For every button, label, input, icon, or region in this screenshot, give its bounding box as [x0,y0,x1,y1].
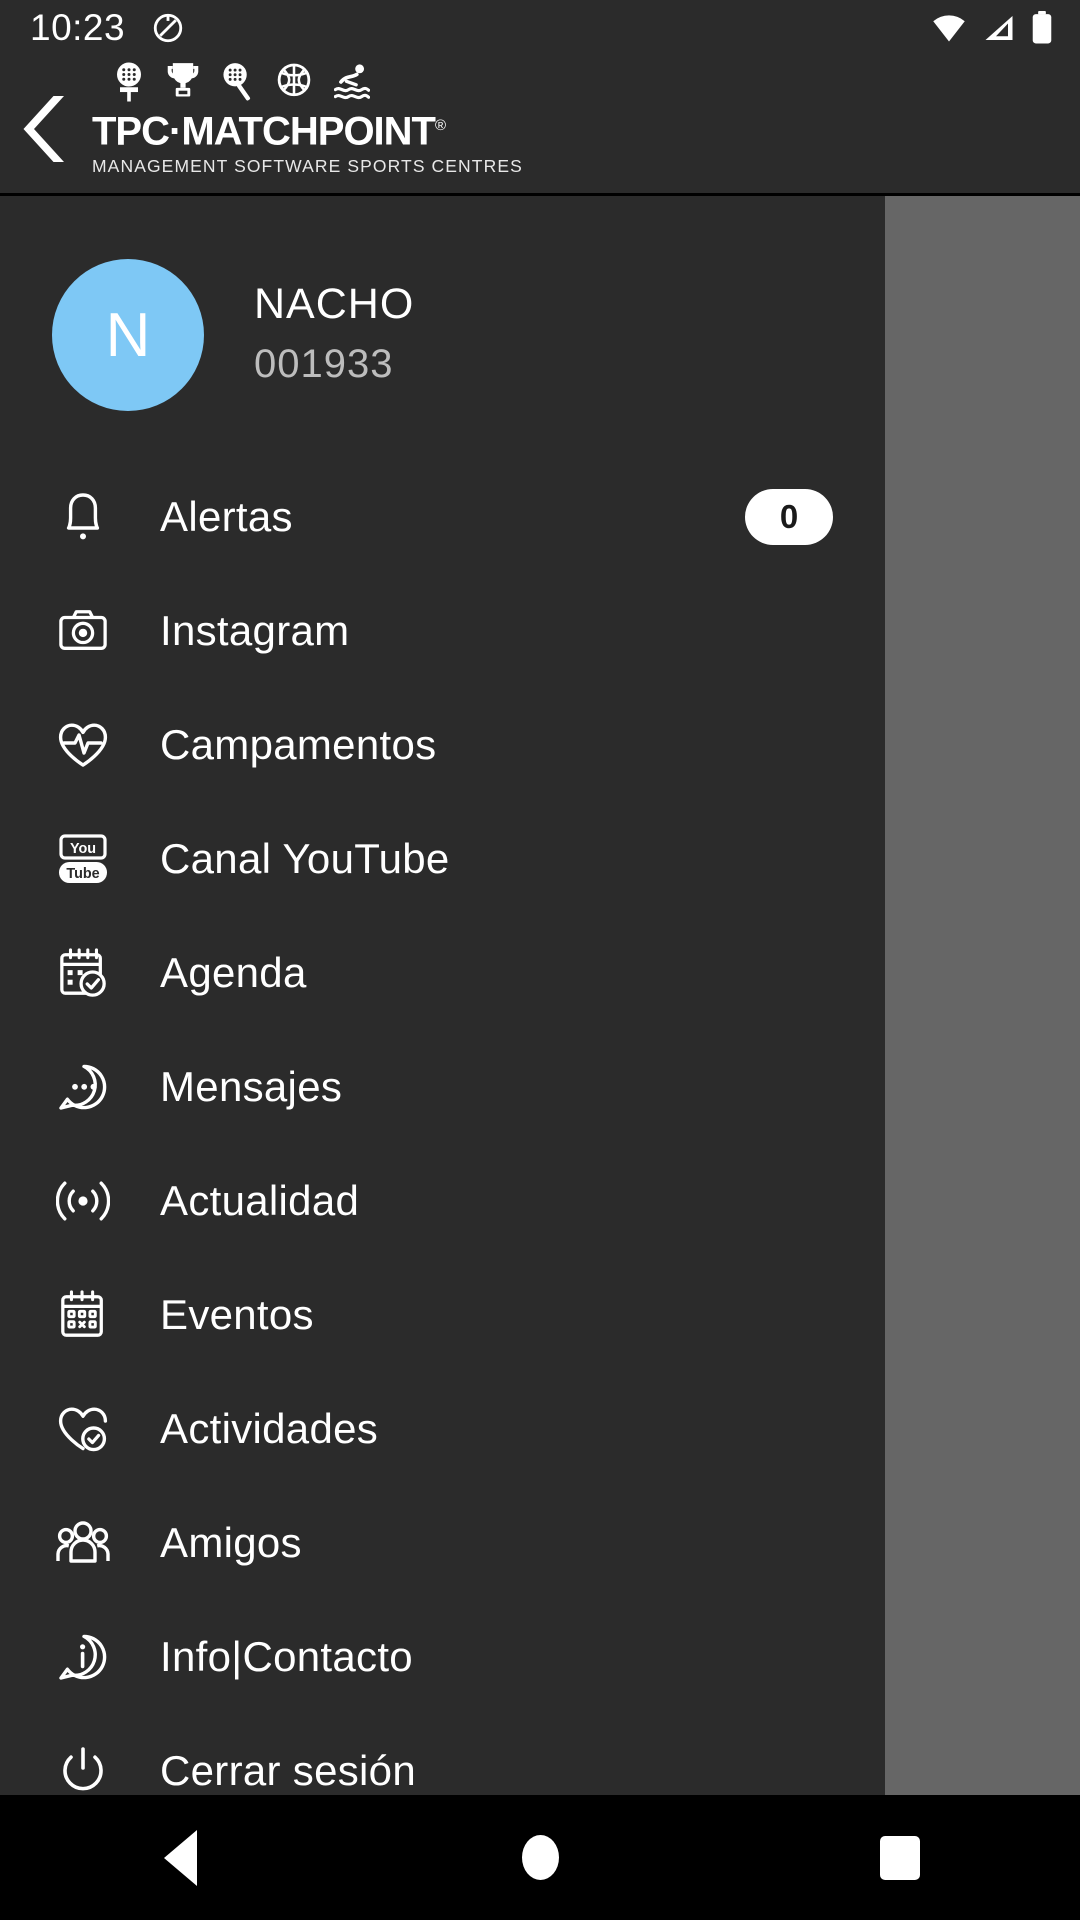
status-bar-notification-icons [151,11,185,45]
menu-item-instagram[interactable]: Instagram [0,574,885,688]
menu-item-info-contacto[interactable]: Info|Contacto [0,1600,885,1714]
menu-item-amigos[interactable]: Amigos [0,1486,885,1600]
profile-info: NACHO 001933 [254,275,414,395]
menu-item-label: Campamentos [160,721,437,768]
wifi-icon [933,14,965,41]
menu-item-cerrar-sesion[interactable]: Cerrar sesión [0,1714,885,1795]
back-triangle-icon [163,1829,197,1886]
recents-square-icon [880,1835,920,1880]
system-navigation-bar [0,1795,1080,1920]
status-bar-system-icons [930,10,1054,45]
chevron-left-icon [23,96,64,162]
cellular-signal-icon [985,15,1013,40]
broadcast-icon [52,1178,114,1224]
people-group-icon [52,1519,114,1567]
camera-icon [52,606,114,656]
status-bar: 10:23 [0,0,1080,55]
header-back-button[interactable] [0,93,92,165]
menu-item-label: Agenda [160,949,307,996]
brand-name-text: TPC·MATCHPOINT [92,109,436,154]
profile-name: NACHO [254,280,415,328]
drawer-scrim[interactable] [885,196,1080,1795]
brand-registered-mark: ® [435,117,446,134]
profile-member-id: 001933 [254,342,394,386]
alerts-count-badge[interactable]: 0 [745,489,833,545]
calendar-grid-icon [52,1289,114,1341]
home-circle-icon [521,1835,559,1880]
nav-back-button[interactable] [120,1829,240,1886]
battery-icon [1032,10,1052,43]
svg-text:You: You [70,841,96,857]
menu-item-label: Canal YouTube [160,835,450,882]
svg-text:Tube: Tube [66,866,99,882]
phone-screen: 10:23 TPC·MATCHPOINT® MANAGEMENT SOFTWAR… [0,0,1080,1920]
menu-item-label: Info|Contacto [160,1633,413,1680]
menu-item-alertas[interactable]: Alertas 0 [0,460,885,574]
menu-item-campamentos[interactable]: Campamentos [0,688,885,802]
tennis-racket-icon [223,63,251,101]
power-icon [52,1746,114,1795]
status-bar-clock: 10:23 [30,6,126,48]
menu-item-label: Cerrar sesión [160,1747,416,1794]
menu-item-eventos[interactable]: Eventos [0,1258,885,1372]
menu-item-label: Mensajes [160,1063,343,1110]
calendar-check-icon [52,947,114,999]
menu-item-label: Amigos [160,1519,302,1566]
menu-item-label: Eventos [160,1291,314,1338]
menu-item-actividades[interactable]: Actividades [0,1372,885,1486]
menu-item-mensajes[interactable]: Mensajes [0,1030,885,1144]
do-not-disturb-icon [153,13,183,42]
swimming-icon [334,64,370,100]
youtube-icon: You Tube [52,832,114,886]
avatar: N [52,259,204,411]
menu-item-agenda[interactable]: Agenda [0,916,885,1030]
navigation-drawer: N NACHO 001933 Alertas 0 Instagram Campa… [0,196,885,1795]
sport-icon-row [92,59,523,103]
menu-item-label: Actividades [160,1405,379,1452]
nav-recents-button[interactable] [840,1835,960,1880]
bell-icon [52,490,114,544]
trophy-icon [167,63,199,97]
menu-item-actualidad[interactable]: Actualidad [0,1144,885,1258]
profile-header[interactable]: N NACHO 001933 [0,196,885,436]
chat-bubble-icon [52,1062,114,1112]
padel-racket-icon [117,62,141,102]
brand-tagline: MANAGEMENT SOFTWARE SPORTS CENTRES [92,156,523,177]
heart-pulse-icon [52,720,114,770]
drawer-menu: Alertas 0 Instagram Campamentos You Tube… [0,436,885,1795]
menu-item-label: Instagram [160,607,350,654]
nav-home-button[interactable] [480,1835,600,1880]
basketball-icon [277,63,311,97]
menu-item-label: Actualidad [160,1177,360,1224]
menu-item-label: Alertas [160,493,293,540]
brand-logo: TPC·MATCHPOINT® MANAGEMENT SOFTWARE SPOR… [92,59,523,178]
heart-check-icon [52,1404,114,1454]
menu-item-canal-youtube[interactable]: You Tube Canal YouTube [0,802,885,916]
app-header: TPC·MATCHPOINT® MANAGEMENT SOFTWARE SPOR… [0,55,1080,193]
brand-name: TPC·MATCHPOINT® [92,103,523,154]
info-bubble-icon [52,1632,114,1682]
